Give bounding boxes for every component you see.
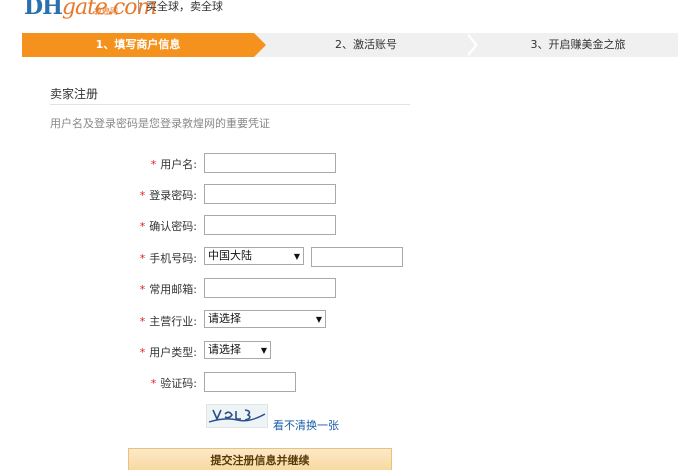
email-label: * 常用邮箱: xyxy=(139,283,197,296)
required-mark: * xyxy=(139,252,146,265)
password-label: * 登录密码: xyxy=(139,189,197,202)
password-row: * 登录密码: xyxy=(0,184,700,206)
required-mark: * xyxy=(150,158,157,171)
confirm-password-row: * 确认密码: xyxy=(0,215,700,237)
username-row: * 用户名: xyxy=(0,153,700,175)
step-activate-account: 2、激活账号 xyxy=(335,38,397,51)
submit-registration-button[interactable]: 提交注册信息并继续 xyxy=(128,448,392,470)
step-arrow-icon xyxy=(254,33,266,57)
user-type-row: * 用户类型: 请选择 ▼ xyxy=(0,341,700,363)
required-mark: * xyxy=(150,377,157,390)
username-label: * 用户名: xyxy=(150,158,197,171)
email-input[interactable] xyxy=(204,278,336,298)
industry-label: * 主营行业: xyxy=(139,315,197,328)
step-start-earning: 3、开启赚美金之旅 xyxy=(530,38,626,51)
dropdown-arrow-icon: ▼ xyxy=(260,346,267,355)
industry-row: * 主营行业: 请选择 ▼ xyxy=(0,310,700,332)
username-input[interactable] xyxy=(204,153,336,173)
site-header: DHgate.com 敦煌网 买全球，卖全球 xyxy=(0,0,700,20)
dhgate-logo[interactable]: DHgate.com 敦煌网 xyxy=(24,0,157,20)
phone-input[interactable] xyxy=(311,247,403,267)
confirm-password-input[interactable] xyxy=(204,215,336,235)
captcha-row: * 验证码: xyxy=(0,372,700,394)
user-type-label: * 用户类型: xyxy=(139,346,197,359)
user-type-select[interactable]: 请选择 ▼ xyxy=(204,341,271,359)
section-title: 卖家注册 xyxy=(50,87,99,101)
section-note: 用户名及登录密码是您登录敦煌网的重要凭证 xyxy=(50,117,270,130)
registration-steps: 1、填写商户信息 2、激活账号 3、开启赚美金之旅 xyxy=(22,33,678,57)
confirm-password-label: * 确认密码: xyxy=(139,220,197,233)
captcha-image[interactable] xyxy=(206,404,268,428)
required-mark: * xyxy=(139,189,146,202)
step-fill-info: 1、填写商户信息 xyxy=(22,33,254,57)
country-select[interactable]: 中国大陆 ▼ xyxy=(204,247,304,265)
required-mark: * xyxy=(139,315,146,328)
header-slogan: 买全球，卖全球 xyxy=(146,0,223,13)
dropdown-arrow-icon: ▼ xyxy=(293,252,300,261)
phone-row: * 手机号码: 中国大陆 ▼ xyxy=(0,247,700,269)
required-mark: * xyxy=(139,283,146,296)
required-mark: * xyxy=(139,346,146,359)
dropdown-arrow-icon: ▼ xyxy=(315,315,322,324)
refresh-captcha-link[interactable]: 看不清换一张 xyxy=(273,417,339,433)
logo-subtitle: 敦煌网 xyxy=(94,7,118,16)
password-input[interactable] xyxy=(204,184,336,204)
section-divider xyxy=(50,104,410,105)
required-mark: * xyxy=(139,220,146,233)
industry-select[interactable]: 请选择 ▼ xyxy=(204,310,326,328)
captcha-input[interactable] xyxy=(204,372,296,392)
header-divider xyxy=(138,0,139,12)
email-row: * 常用邮箱: xyxy=(0,278,700,300)
phone-label: * 手机号码: xyxy=(139,252,197,265)
captcha-label: * 验证码: xyxy=(150,377,197,390)
